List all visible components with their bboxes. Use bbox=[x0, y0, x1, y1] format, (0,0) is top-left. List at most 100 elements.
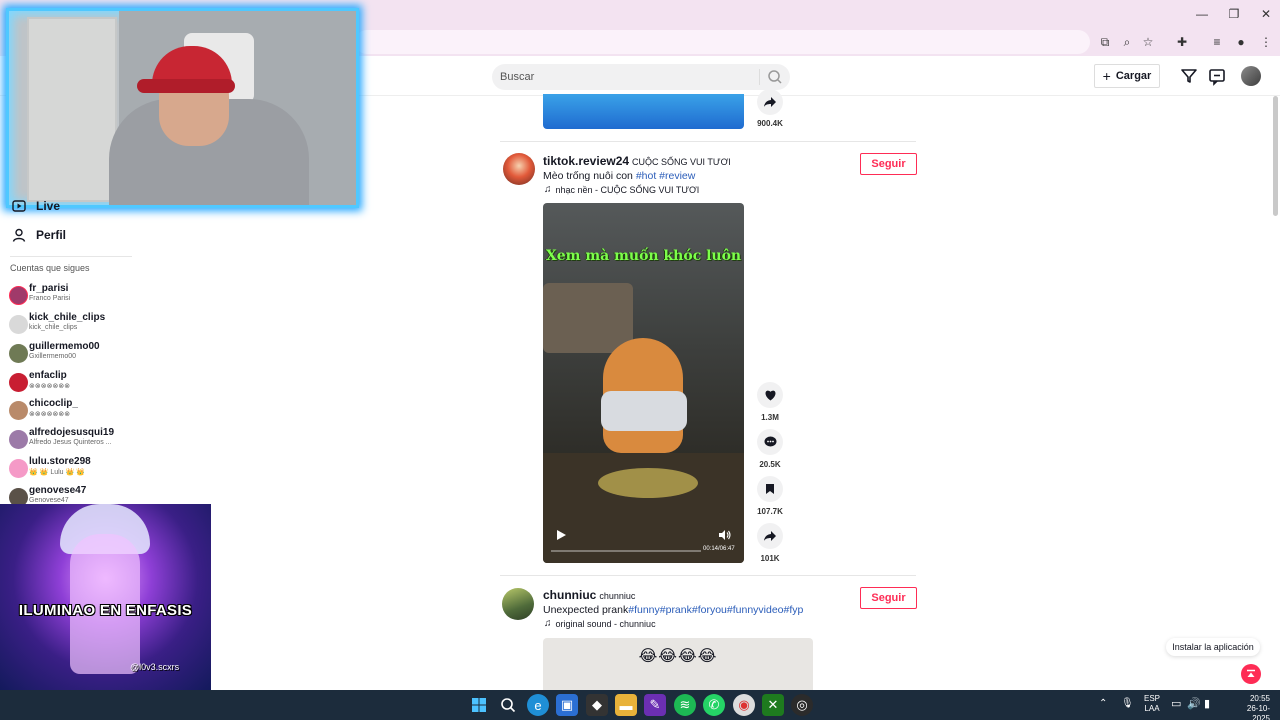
arrow-up-icon bbox=[1247, 669, 1255, 677]
sidebar-item-label: Live bbox=[36, 199, 61, 213]
avatar bbox=[9, 430, 28, 449]
video-progress-bar[interactable] bbox=[551, 550, 701, 552]
account-username: lulu.store298 bbox=[29, 456, 91, 467]
reading-list-icon[interactable]: ≡ bbox=[1208, 34, 1226, 50]
followed-account[interactable]: kick_chile_clips kick_chile_clips bbox=[9, 312, 209, 338]
search-icon[interactable] bbox=[766, 68, 784, 86]
video-player[interactable]: 😂😂😂😂 bbox=[543, 638, 813, 690]
chevron-up-icon[interactable]: ⌃ bbox=[1099, 698, 1107, 709]
followed-account[interactable]: fr_parisi Franco Parisi bbox=[9, 283, 209, 309]
share-count: 900.4K bbox=[757, 119, 783, 128]
overlay-title: ILUMINAO EN ENFASIS bbox=[18, 602, 193, 619]
post-music[interactable]: ♫ nhạc nền - CUỘC SỐNG VUI TƯƠI bbox=[544, 184, 699, 195]
account-display-name: Genovese47 bbox=[29, 497, 69, 504]
account-username: guillermemo00 bbox=[29, 341, 100, 352]
video-player[interactable]: Xem mà muốn khóc luôn 00:14/06:47 bbox=[543, 203, 744, 563]
account-username: enfaclip bbox=[29, 370, 67, 381]
sidebar-item-live[interactable]: Live bbox=[12, 196, 60, 216]
comment-button[interactable] bbox=[757, 429, 783, 455]
share-button[interactable] bbox=[757, 523, 783, 549]
language-indicator[interactable]: ESP LAA bbox=[1144, 694, 1160, 714]
avatar[interactable] bbox=[502, 588, 534, 620]
search-bar[interactable] bbox=[492, 64, 790, 90]
inbox-icon[interactable] bbox=[1207, 66, 1227, 86]
account-username: fr_parisi bbox=[29, 283, 69, 294]
video-overlay-text: 😂😂😂😂 bbox=[638, 648, 718, 665]
share-button[interactable] bbox=[757, 89, 783, 115]
share-icon bbox=[764, 97, 776, 107]
back-to-top-button[interactable] bbox=[1241, 664, 1261, 684]
volume-icon[interactable] bbox=[718, 528, 732, 542]
install-page-icon[interactable]: ⧉ bbox=[1096, 34, 1114, 50]
search-icon[interactable] bbox=[497, 694, 519, 716]
chrome-icon[interactable]: ◉ bbox=[733, 694, 755, 716]
volume-icon[interactable]: 🔊 bbox=[1187, 697, 1201, 710]
avatar bbox=[9, 373, 28, 392]
live-icon bbox=[12, 200, 26, 212]
start-icon[interactable] bbox=[468, 694, 490, 716]
post-author[interactable]: tiktok.review24 CUỘC SỐNG VUI TƯƠI bbox=[543, 154, 731, 168]
restore-icon[interactable]: ❐ bbox=[1224, 6, 1244, 22]
filter-send-icon[interactable] bbox=[1179, 66, 1199, 86]
avatar bbox=[9, 286, 28, 305]
search-divider bbox=[759, 69, 760, 85]
extensions-icon[interactable]: ✚ bbox=[1173, 34, 1191, 50]
language-layout: LAA bbox=[1144, 704, 1160, 713]
file-explorer-icon[interactable]: ▬ bbox=[615, 694, 637, 716]
close-icon[interactable]: ✕ bbox=[1256, 6, 1276, 22]
like-button[interactable] bbox=[757, 382, 783, 408]
follow-button[interactable]: Seguir bbox=[860, 587, 917, 609]
avatar bbox=[9, 315, 28, 334]
edge-icon[interactable]: e bbox=[527, 694, 549, 716]
followed-account[interactable]: lulu.store298 👑 👑 Lulu 👑 👑 bbox=[9, 456, 209, 482]
save-button[interactable] bbox=[757, 476, 783, 502]
battery-icon[interactable]: ▮ bbox=[1204, 697, 1210, 710]
obs-icon[interactable]: ◎ bbox=[791, 694, 813, 716]
account-username: genovese47 bbox=[29, 485, 87, 496]
post-author[interactable]: chunniuc chunniuc bbox=[543, 588, 635, 602]
minimize-icon[interactable]: — bbox=[1192, 6, 1212, 22]
music-note-icon: ♫ bbox=[544, 618, 552, 629]
microphone-icon[interactable]: 🎙 bbox=[1121, 698, 1134, 709]
followed-account[interactable]: enfaclip ⊗⊗⊗⊗⊗⊗⊗ bbox=[9, 370, 209, 396]
comment-icon bbox=[764, 436, 776, 447]
caption-text: Unexpected prank bbox=[543, 604, 629, 616]
app-icon[interactable]: ◆ bbox=[586, 694, 608, 716]
caption-hashtags[interactable]: #hot #review bbox=[636, 170, 696, 182]
spotify-icon[interactable]: ≋ bbox=[674, 694, 696, 716]
followed-account[interactable]: guillermemo00 Gxillermemo00 bbox=[9, 341, 209, 367]
network-icon[interactable]: ▭ bbox=[1171, 697, 1181, 710]
install-app-button[interactable]: Instalar la aplicación bbox=[1166, 638, 1260, 656]
clock-time: 20:55 bbox=[1249, 694, 1270, 703]
xbox-icon[interactable]: ✕ bbox=[762, 694, 784, 716]
avatar[interactable] bbox=[503, 153, 535, 185]
account-display-name: ⊗⊗⊗⊗⊗⊗⊗ bbox=[29, 383, 71, 390]
feed-separator bbox=[500, 575, 916, 576]
post-music[interactable]: ♫ original sound - chunniuc bbox=[544, 618, 656, 629]
followed-account[interactable]: alfredojesusqui19 Alfredo Jesus Quintero… bbox=[9, 427, 209, 453]
play-icon[interactable] bbox=[555, 529, 567, 541]
address-bar[interactable] bbox=[355, 30, 1090, 54]
stream-overlay-art: ILUMINAO EN ENFASIS @l0v3.scxrs bbox=[0, 504, 211, 690]
bookmark-star-icon[interactable]: ☆ bbox=[1139, 34, 1157, 50]
page-scrollbar[interactable] bbox=[1273, 96, 1278, 216]
profile-avatar-icon[interactable]: ● bbox=[1232, 34, 1250, 50]
zoom-icon[interactable]: ⌕ bbox=[1118, 34, 1136, 50]
followed-account[interactable]: chicoclip_ ⊗⊗⊗⊗⊗⊗⊗ bbox=[9, 398, 209, 424]
user-avatar[interactable] bbox=[1241, 66, 1261, 86]
caption-hashtags[interactable]: #funny#prank#foryou#funnyvideo#fyp bbox=[628, 604, 803, 616]
account-display-name: Gxillermemo00 bbox=[29, 353, 77, 360]
follow-button[interactable]: Seguir bbox=[860, 153, 917, 175]
whatsapp-icon[interactable]: ✆ bbox=[703, 694, 725, 716]
app-icon[interactable]: ✎ bbox=[644, 694, 666, 716]
share-count: 101K bbox=[760, 554, 780, 563]
browser-menu-icon[interactable]: ⋮ bbox=[1257, 34, 1275, 50]
save-count: 107.7K bbox=[757, 507, 783, 516]
previous-video[interactable] bbox=[543, 94, 744, 129]
clock-date: 26-10-2025 bbox=[1246, 704, 1270, 723]
upload-button[interactable]: + Cargar bbox=[1094, 64, 1160, 88]
store-icon[interactable]: ▣ bbox=[556, 694, 578, 716]
sidebar-item-profile[interactable]: Perfil bbox=[12, 225, 66, 245]
search-input[interactable] bbox=[500, 68, 745, 86]
avatar bbox=[9, 401, 28, 420]
